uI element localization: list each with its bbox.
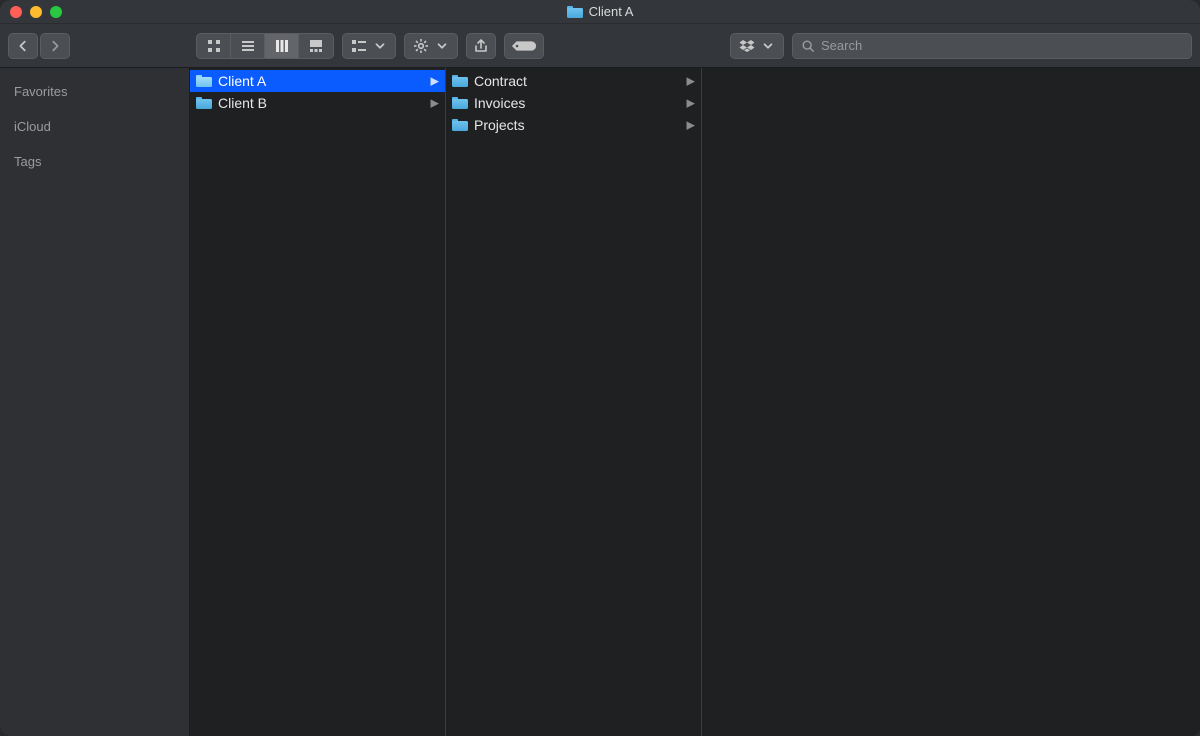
- icon-view-icon: [206, 38, 222, 54]
- sidebar-section-label: Favorites: [14, 84, 67, 99]
- folder-icon: [567, 6, 583, 18]
- folder-row[interactable]: Contract ▶: [446, 70, 701, 92]
- folder-name: Contract: [474, 73, 527, 89]
- window-zoom-button[interactable]: [50, 6, 62, 18]
- folder-icon: [196, 75, 212, 87]
- title-center: Client A: [567, 4, 634, 19]
- chevron-down-icon: [435, 39, 449, 53]
- folder-icon: [452, 75, 468, 87]
- sidebar-section-label: Tags: [14, 154, 41, 169]
- list-view-icon: [240, 38, 256, 54]
- chevron-right-icon: ▶: [687, 119, 695, 132]
- folder-name: Client A: [218, 73, 266, 89]
- gear-icon: [413, 38, 429, 54]
- window-close-button[interactable]: [10, 6, 22, 18]
- sidebar-section-tags[interactable]: Tags: [14, 154, 175, 169]
- dropbox-dropdown[interactable]: [730, 33, 784, 59]
- folder-name: Projects: [474, 117, 525, 133]
- view-list-button[interactable]: [231, 34, 265, 58]
- view-gallery-button[interactable]: [299, 34, 333, 58]
- column-1: Contract ▶ Invoices ▶ Projects ▶: [446, 68, 702, 736]
- window-title: Client A: [589, 4, 634, 19]
- search-field-wrap[interactable]: [792, 33, 1192, 59]
- chevron-right-icon: ▶: [431, 75, 439, 88]
- chevron-right-icon: ▶: [687, 97, 695, 110]
- folder-row[interactable]: Client A ▶: [190, 70, 445, 92]
- share-button[interactable]: [466, 33, 496, 59]
- toolbar: [0, 24, 1200, 68]
- view-mode-segmented: [196, 33, 334, 59]
- nav-group: [8, 33, 70, 59]
- folder-name: Invoices: [474, 95, 525, 111]
- window-minimize-button[interactable]: [30, 6, 42, 18]
- sidebar: Favorites iCloud Tags: [0, 68, 190, 736]
- search-input[interactable]: [821, 38, 1183, 53]
- search-icon: [801, 39, 815, 53]
- folder-icon: [452, 119, 468, 131]
- tag-icon: [511, 39, 537, 53]
- folder-row[interactable]: Invoices ▶: [446, 92, 701, 114]
- sidebar-section-icloud[interactable]: iCloud: [14, 119, 175, 134]
- chevron-right-icon: ▶: [687, 75, 695, 88]
- chevron-left-icon: [16, 39, 30, 53]
- group-by-dropdown[interactable]: [342, 33, 396, 59]
- chevron-down-icon: [761, 39, 775, 53]
- folder-row[interactable]: Client B ▶: [190, 92, 445, 114]
- column-view-icon: [274, 38, 290, 54]
- folder-icon: [196, 97, 212, 109]
- dropbox-icon: [739, 38, 755, 54]
- sidebar-section-favorites[interactable]: Favorites: [14, 84, 175, 99]
- group-icon: [351, 38, 367, 54]
- title-bar: Client A: [0, 0, 1200, 24]
- window-body: Favorites iCloud Tags Client A ▶ Client …: [0, 68, 1200, 736]
- view-icon-button[interactable]: [197, 34, 231, 58]
- edit-tags-button[interactable]: [504, 33, 544, 59]
- sidebar-section-label: iCloud: [14, 119, 51, 134]
- chevron-down-icon: [373, 39, 387, 53]
- folder-name: Client B: [218, 95, 267, 111]
- action-dropdown[interactable]: [404, 33, 458, 59]
- folder-icon: [452, 97, 468, 109]
- traffic-lights: [10, 6, 62, 18]
- column-2: [702, 68, 1200, 736]
- view-column-button[interactable]: [265, 34, 299, 58]
- folder-row[interactable]: Projects ▶: [446, 114, 701, 136]
- chevron-right-icon: ▶: [431, 97, 439, 110]
- chevron-right-icon: [48, 39, 62, 53]
- forward-button[interactable]: [40, 33, 70, 59]
- share-icon: [473, 38, 489, 54]
- finder-window: Client A: [0, 0, 1200, 736]
- back-button[interactable]: [8, 33, 38, 59]
- column-browser: Client A ▶ Client B ▶ Contract ▶: [190, 68, 1200, 736]
- gallery-view-icon: [308, 38, 324, 54]
- column-0: Client A ▶ Client B ▶: [190, 68, 446, 736]
